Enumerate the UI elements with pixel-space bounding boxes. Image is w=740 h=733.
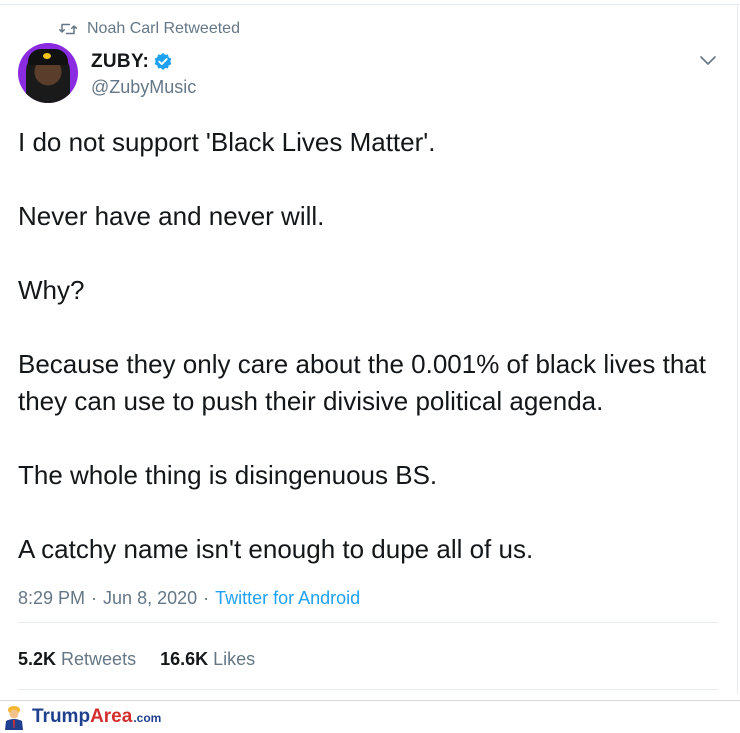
tweet-paragraph: Because they only care about the 0.001% … [18, 349, 706, 416]
tweet-paragraph: Never have and never will. [18, 201, 325, 231]
watermark-logo: TrumpArea.com [2, 704, 161, 730]
author-display-name[interactable]: ZUBY: [91, 51, 149, 73]
author-name-row[interactable]: ZUBY: [91, 51, 173, 73]
tweet-stats: 5.2K Retweets 16.6K Likes [18, 649, 255, 670]
retweet-context[interactable]: Noah Carl Retweeted [59, 20, 240, 38]
avatar[interactable] [18, 43, 78, 103]
tweet-right-border [737, 4, 738, 694]
tweet-meta: 8:29 PM · Jun 8, 2020 · Twitter for Andr… [18, 588, 360, 609]
retweet-icon [59, 23, 77, 35]
retweets-stat[interactable]: 5.2K Retweets [18, 649, 136, 670]
meta-separator: · [91, 588, 98, 608]
watermark-com: .com [133, 711, 162, 725]
tweet-source-link[interactable]: Twitter for Android [215, 588, 360, 609]
tweet-paragraph: I do not support 'Black Lives Matter'. [18, 127, 436, 157]
trump-figure-icon [5, 706, 23, 730]
tweet-paragraph: Why? [18, 275, 85, 305]
tweet-paragraph: The whole thing is disingenuous BS. [18, 460, 438, 490]
watermark-trump: Trump [32, 706, 91, 727]
divider [18, 622, 718, 623]
retweet-label: Noah Carl Retweeted [87, 20, 240, 37]
likes-count: 16.6K [160, 649, 209, 669]
chevron-down-icon[interactable] [700, 55, 716, 67]
tweet-date[interactable]: Jun 8, 2020 [103, 588, 197, 609]
verified-badge-icon [154, 52, 172, 70]
avatar-cap-logo [43, 53, 51, 59]
meta-separator: · [203, 588, 210, 608]
tweet-time[interactable]: 8:29 PM [18, 588, 85, 609]
watermark-text: TrumpArea.com [32, 706, 161, 728]
likes-stat[interactable]: 16.6K Likes [160, 649, 255, 670]
watermark-area: Area [90, 706, 133, 727]
retweets-count: 5.2K [18, 649, 57, 669]
retweets-label: Retweets [61, 649, 137, 669]
likes-label: Likes [213, 649, 256, 669]
divider [18, 689, 718, 690]
tweet-top-border [0, 4, 740, 5]
tweet-paragraph: A catchy name isn't enough to dupe all o… [18, 534, 534, 564]
tweet-text: I do not support 'Black Lives Matter'. N… [18, 124, 728, 568]
author-handle[interactable]: @ZubyMusic [91, 77, 196, 98]
